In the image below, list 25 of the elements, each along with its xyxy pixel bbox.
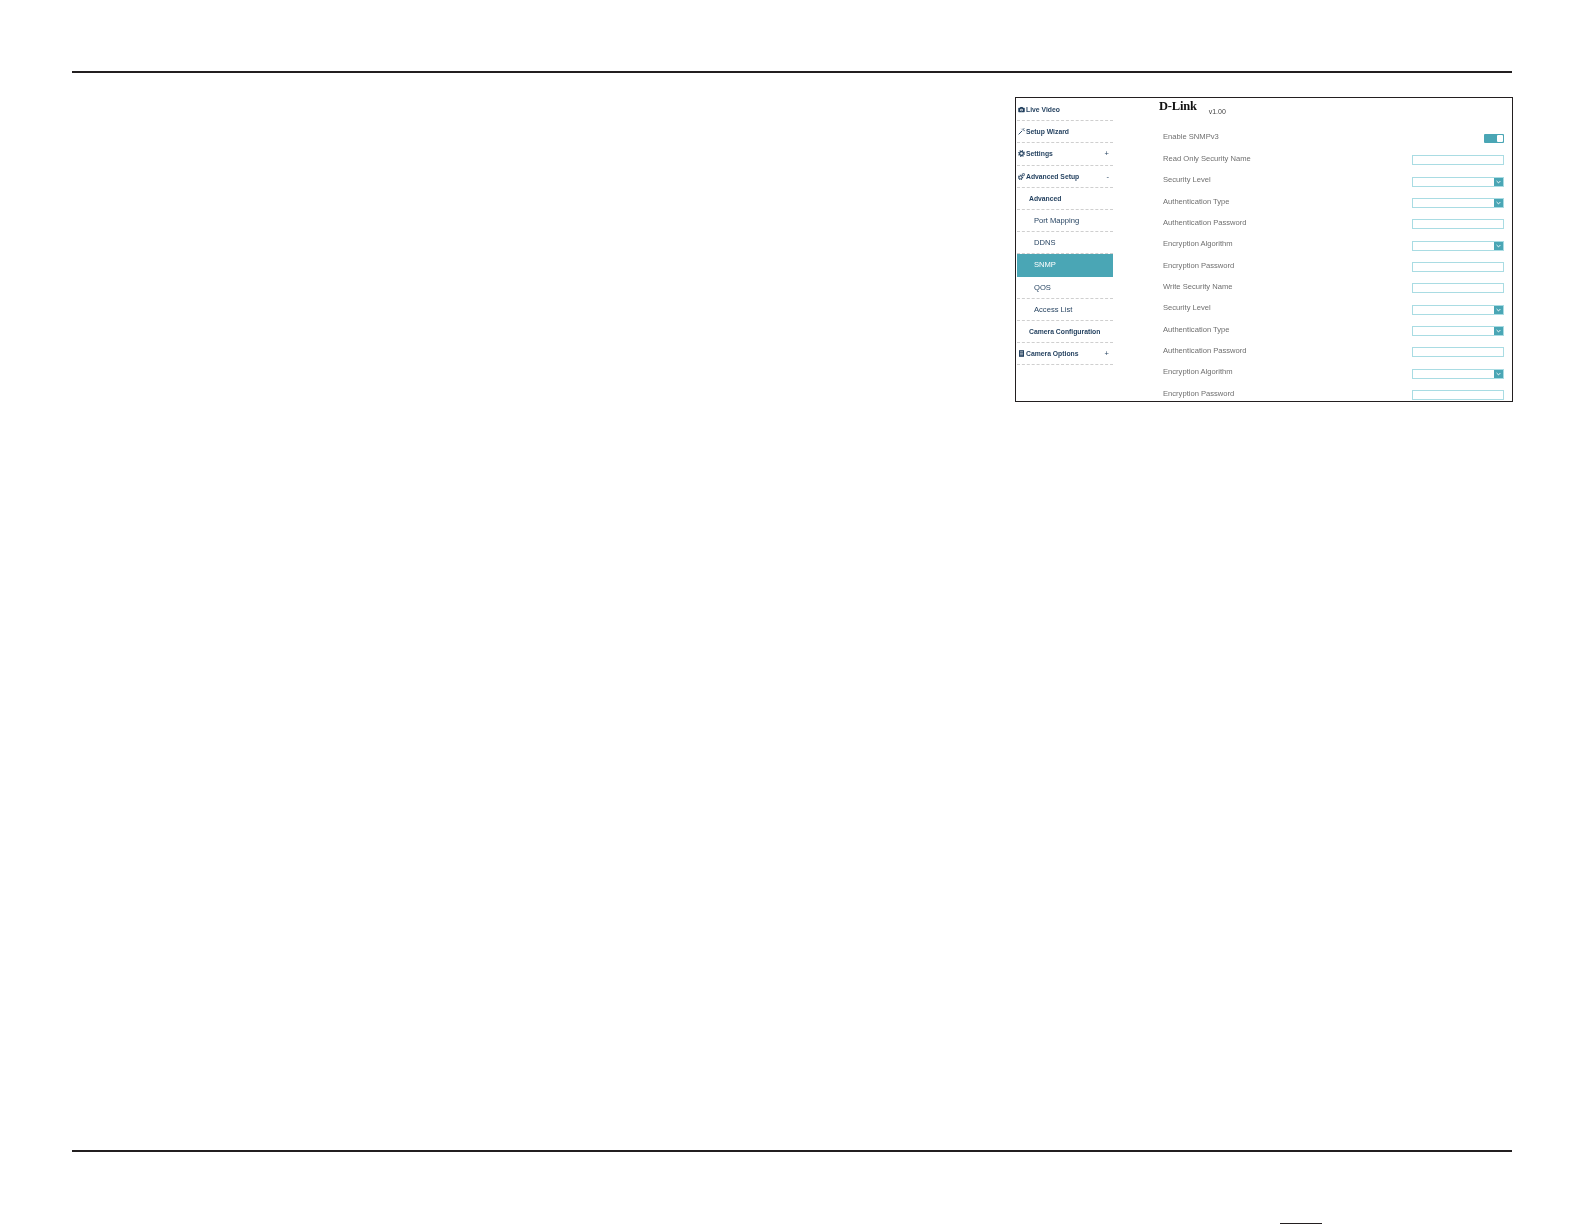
logo-text: D-Link <box>1159 99 1197 112</box>
dropdown[interactable] <box>1412 176 1504 187</box>
chevron-down-icon <box>1494 369 1503 378</box>
text-field[interactable] <box>1412 219 1504 230</box>
text-field[interactable] <box>1412 347 1504 358</box>
document-icon <box>1018 350 1025 358</box>
dropdown[interactable] <box>1412 326 1504 337</box>
gear-icon <box>1018 150 1025 158</box>
toggle-switch[interactable] <box>1484 134 1504 144</box>
text-field[interactable] <box>1412 155 1504 166</box>
dropdown[interactable] <box>1412 304 1504 315</box>
gears-icon <box>1018 172 1025 180</box>
text-field[interactable] <box>1412 390 1504 401</box>
chevron-down-icon <box>1494 177 1503 186</box>
chevron-down-icon <box>1494 199 1503 207</box>
chevron-down-icon <box>1494 305 1503 314</box>
dropdown[interactable] <box>1412 198 1504 208</box>
camera-icon <box>1018 106 1025 114</box>
dropdown[interactable] <box>1412 368 1504 379</box>
text-field[interactable] <box>1412 283 1504 294</box>
dropdown[interactable] <box>1412 240 1504 251</box>
chevron-down-icon <box>1494 241 1503 250</box>
text-field[interactable] <box>1412 262 1504 273</box>
magic-wand-icon <box>1018 128 1025 136</box>
chevron-down-icon <box>1494 327 1503 336</box>
